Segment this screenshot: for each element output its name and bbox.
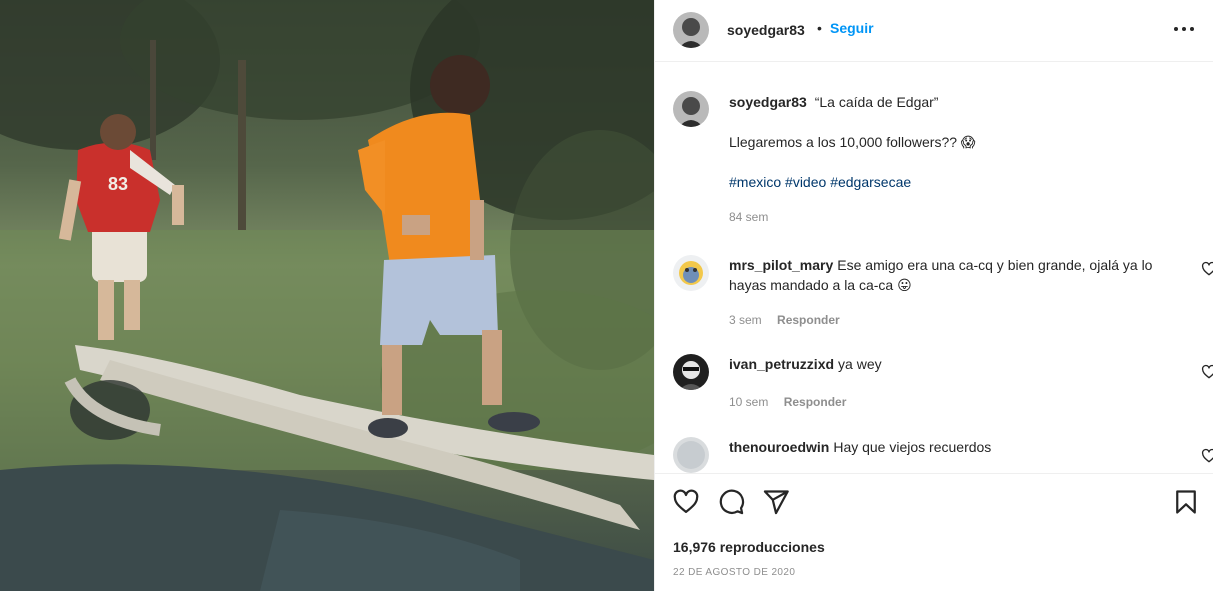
bookmark-icon[interactable] (1172, 488, 1200, 516)
comment-meta: 10 sem Responder (729, 395, 846, 409)
post-header: soyedgar83 • Seguir (655, 0, 1213, 62)
heart-icon[interactable] (672, 488, 700, 516)
caption-title: “La caída de Edgar” (814, 94, 939, 110)
post-details-panel: soyedgar83 • Seguir soyedgar83 “La caída… (654, 0, 1213, 591)
caption-text: Llegaremos a los 10,000 followers?? 😱 (729, 134, 976, 150)
comment-username[interactable]: ivan_petruzzixd (729, 356, 834, 372)
comments-section[interactable]: soyedgar83 “La caída de Edgar” Llegaremo… (655, 63, 1213, 473)
svg-text:83: 83 (108, 174, 128, 194)
avatar-image (673, 437, 709, 473)
more-options-icon[interactable] (1171, 18, 1197, 40)
caption-meta: 84 sem (729, 207, 1179, 227)
caption-hashtags: #mexico #video #edgarsecae (729, 172, 1179, 192)
comment-text: Hay que viejos recuerdos (833, 439, 992, 455)
comment-time[interactable]: 3 sem (729, 313, 762, 327)
comment-username[interactable]: mrs_pilot_mary (729, 257, 833, 273)
post-date[interactable]: 22 DE AGOSTO DE 2020 (673, 567, 795, 578)
separator-dot: • (817, 20, 822, 36)
avatar[interactable] (673, 12, 709, 48)
comment-time[interactable]: 10 sem (729, 395, 768, 409)
post-actions: 16,976 reproducciones 22 DE AGOSTO DE 20… (655, 473, 1213, 591)
avatar[interactable] (673, 255, 709, 291)
comment-like-icon[interactable] (1201, 261, 1213, 277)
avatar-image (673, 255, 709, 291)
send-icon[interactable] (762, 488, 790, 516)
comment-text: ya wey (838, 356, 882, 372)
comment-like-icon[interactable] (1201, 448, 1213, 464)
caption-username[interactable]: soyedgar83 (729, 94, 807, 110)
view-count[interactable]: 16,976 reproducciones (673, 539, 825, 555)
avatar[interactable] (673, 91, 709, 127)
avatar-image (673, 91, 709, 127)
avatar-image (673, 354, 709, 390)
post-video[interactable]: 83 (0, 0, 654, 591)
header-username[interactable]: soyedgar83 (727, 22, 805, 38)
video-frame-illustration: 83 (0, 0, 654, 591)
comment-like-icon[interactable] (1201, 364, 1213, 380)
hashtag-link[interactable]: #edgarsecae (830, 174, 911, 190)
comment-icon[interactable] (717, 488, 745, 516)
caption-time[interactable]: 84 sem (729, 210, 768, 224)
reply-button[interactable]: Responder (777, 313, 840, 327)
hashtag-link[interactable]: #video (785, 174, 826, 190)
hashtag-link[interactable]: #mexico (729, 174, 781, 190)
comment-meta: 3 sem Responder (729, 313, 840, 327)
avatar[interactable] (673, 437, 709, 473)
reply-button[interactable]: Responder (784, 395, 847, 409)
comment-username[interactable]: thenouroedwin (729, 439, 829, 455)
avatar-image (673, 12, 709, 48)
follow-button[interactable]: Seguir (830, 20, 874, 36)
avatar[interactable] (673, 354, 709, 390)
